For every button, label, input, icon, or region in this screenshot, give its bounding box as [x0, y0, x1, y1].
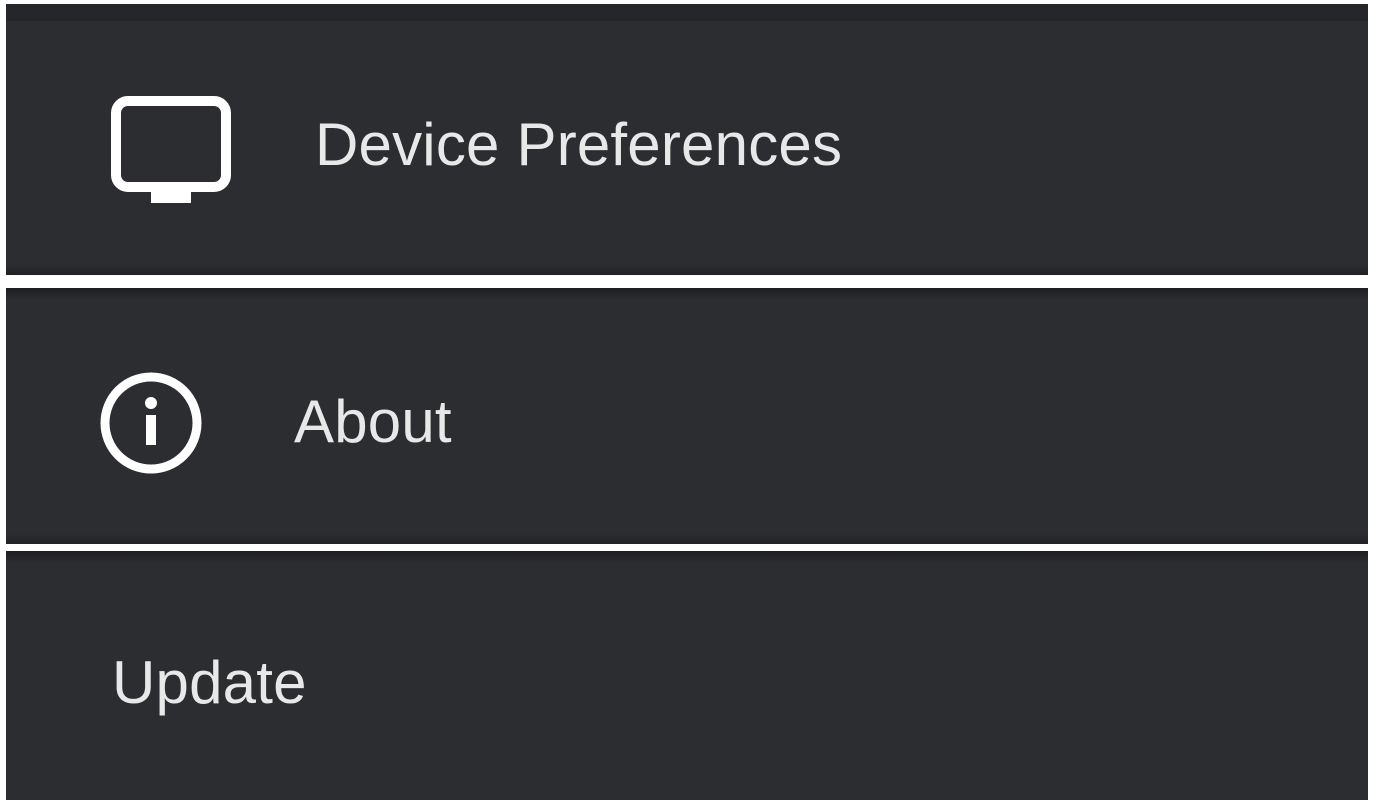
panel-shadow — [6, 288, 1368, 300]
settings-item-label: Update — [112, 649, 307, 716]
settings-item-about[interactable]: About — [6, 288, 1368, 544]
top-strip — [6, 4, 1368, 21]
settings-item-device-preferences[interactable]: Device Preferences — [6, 21, 1368, 275]
settings-item-label: About — [294, 388, 452, 455]
info-icon — [96, 368, 206, 478]
settings-item-device-preferences-panel: Device Preferences — [6, 4, 1368, 275]
panel-shadow — [6, 265, 1368, 275]
settings-item-update[interactable]: Update — [6, 551, 1368, 800]
settings-item-update-panel: Update — [6, 551, 1368, 800]
tv-icon — [110, 95, 232, 213]
settings-screen: Device Preferences About Update — [0, 0, 1375, 800]
panel-shadow — [6, 534, 1368, 544]
panel-shadow — [6, 551, 1368, 563]
settings-item-label: Device Preferences — [315, 111, 843, 178]
settings-item-about-panel: About — [6, 288, 1368, 544]
